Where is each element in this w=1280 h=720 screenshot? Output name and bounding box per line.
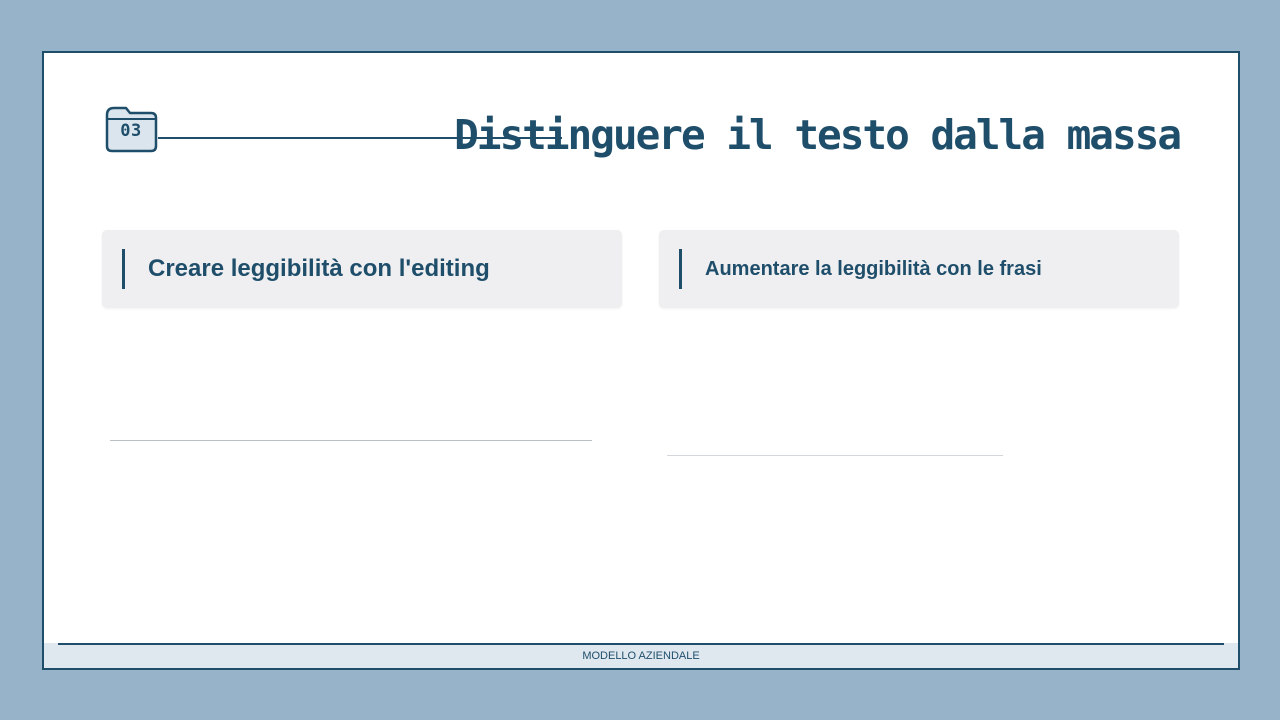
folder-icon: 03 [104,105,158,153]
text-placeholder-line [110,440,592,441]
card-frasi: Aumentare la leggibilità con le frasi [659,230,1179,308]
card-accent-bar [122,249,125,289]
section-number: 03 [120,121,142,141]
footer-text: MODELLO AZIENDALE [582,650,700,662]
footer: MODELLO AZIENDALE [44,643,1238,668]
card-title: Creare leggibilità con l'editing [148,255,490,282]
footer-rule [58,643,1224,645]
page-title: Distinguere il testo dalla massa [454,111,1182,159]
slide: 03 Distinguere il testo dalla massa Crea… [42,51,1240,670]
text-placeholder-line [667,455,1003,456]
card-title: Aumentare la leggibilità con le frasi [705,258,1042,280]
card-editing: Creare leggibilità con l'editing [102,230,622,308]
card-accent-bar [679,249,682,289]
